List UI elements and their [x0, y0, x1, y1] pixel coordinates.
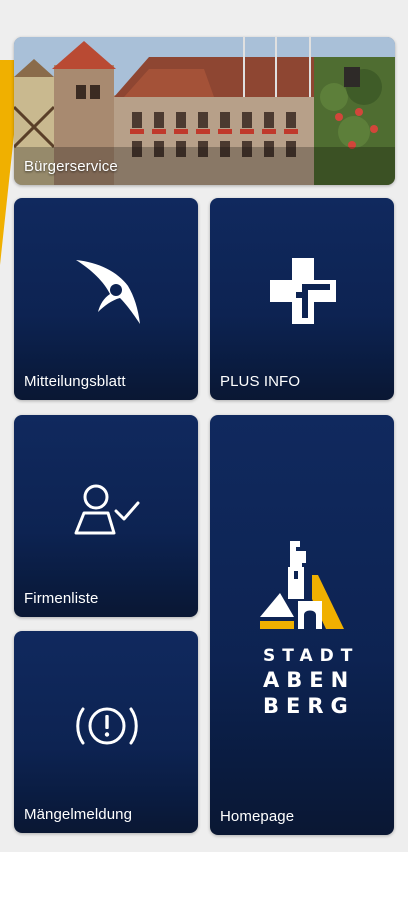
- tile-label-homepage: Homepage: [220, 808, 295, 825]
- tile-firmenliste[interactable]: Firmenliste: [14, 415, 198, 617]
- tile-label-buergerservice: Bürgerservice: [24, 158, 118, 175]
- plus-cross-icon: [270, 258, 336, 324]
- logo-text: STADT ABEN BERG: [256, 645, 360, 719]
- tile-mitteilungsblatt[interactable]: Mitteilungsblatt: [14, 198, 198, 400]
- tile-plus-info[interactable]: PLUS INFO: [210, 198, 394, 400]
- logo-line-aben: ABEN: [263, 668, 356, 692]
- logo-line-berg: BERG: [263, 694, 355, 718]
- tile-buergerservice[interactable]: Bürgerservice: [14, 37, 395, 185]
- tile-label-mitteilungsblatt: Mitteilungsblatt: [24, 373, 126, 390]
- castle-icon: [260, 541, 344, 629]
- logo-line-stadt: STADT: [263, 646, 360, 666]
- person-check-icon: [74, 484, 140, 535]
- stadt-abenberg-logo: STADT ABEN BERG: [256, 537, 360, 719]
- swift-bird-icon: [76, 260, 140, 324]
- tile-homepage[interactable]: STADT ABEN BERG Homepage: [210, 415, 394, 835]
- tile-label-firmenliste: Firmenliste: [24, 590, 99, 607]
- tile-label-plus-info: PLUS INFO: [220, 373, 301, 390]
- alert-circle-icon: [76, 707, 138, 745]
- tile-label-maengelmeldung: Mängelmeldung: [24, 806, 133, 823]
- tile-maengelmeldung[interactable]: Mängelmeldung: [14, 631, 198, 833]
